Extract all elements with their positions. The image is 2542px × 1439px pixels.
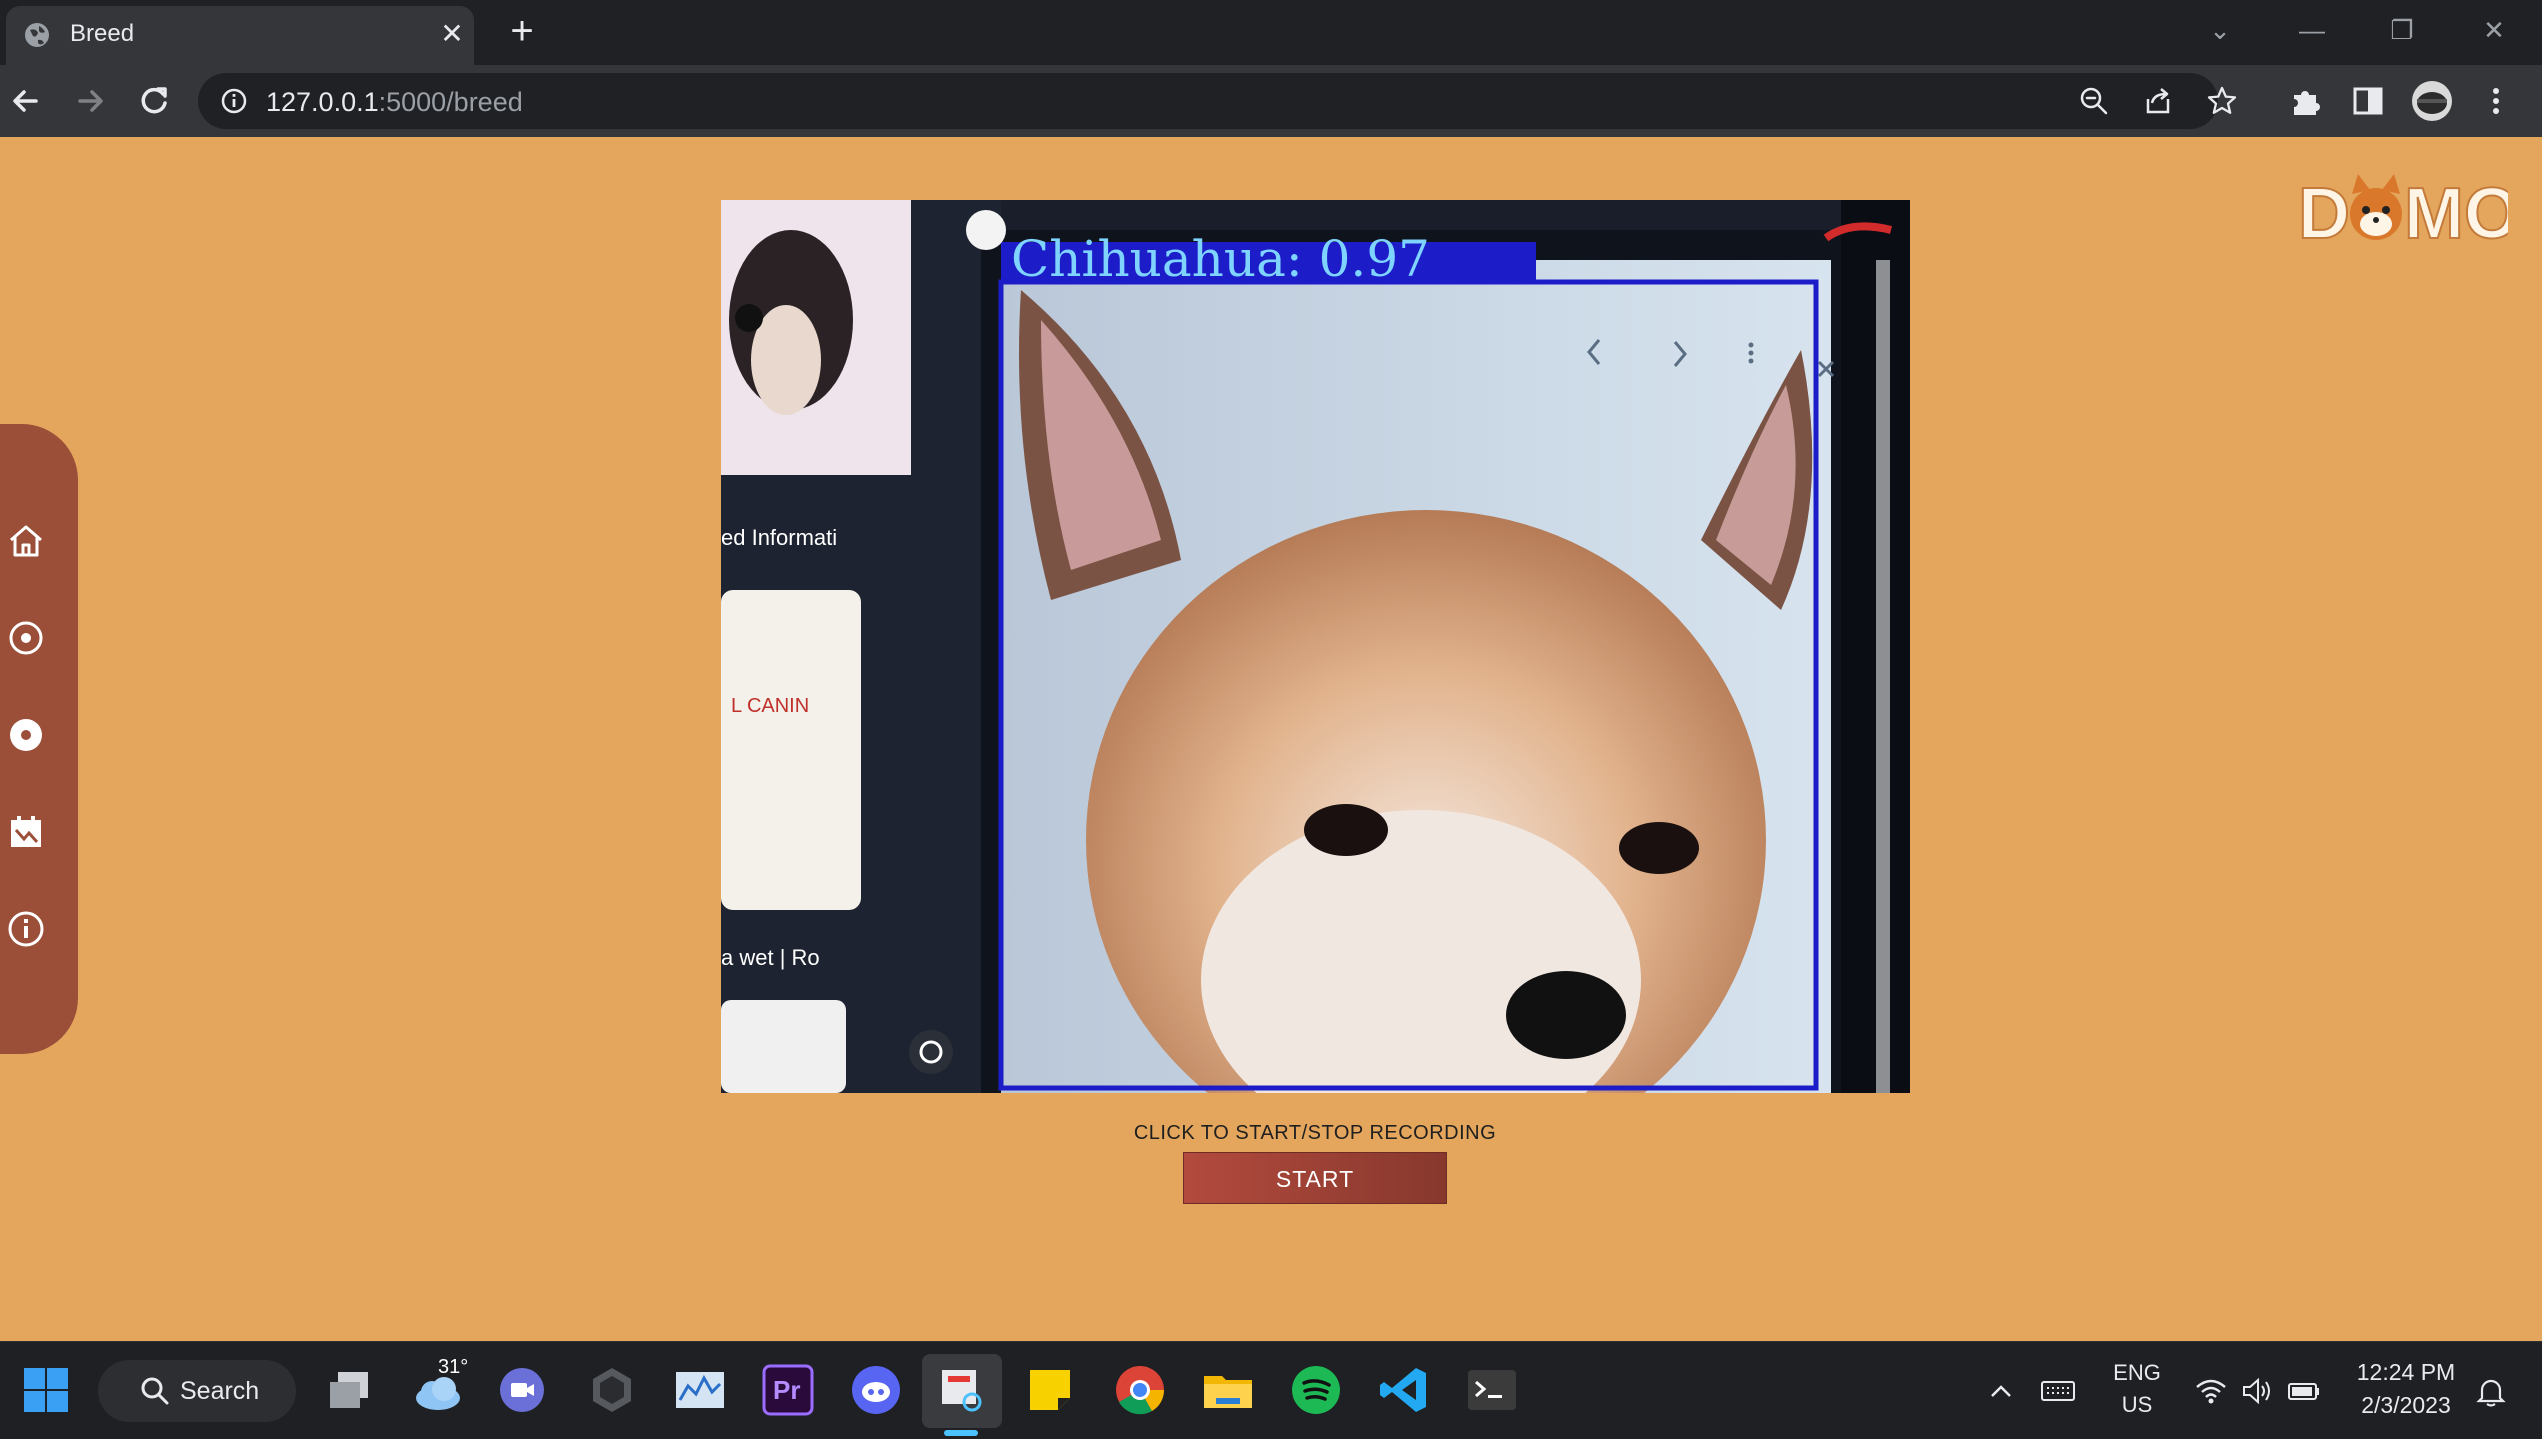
system-clock[interactable]: 12:24 PM 2/3/2023 [2326,1356,2486,1422]
new-tab-button[interactable]: + [500,10,544,54]
url-path: :5000/breed [378,87,523,117]
teams-meet-icon[interactable] [494,1362,550,1418]
calendar-icon[interactable] [6,812,46,852]
tab-title: Breed [70,20,135,47]
volume-icon[interactable] [2240,1376,2274,1406]
clock-time: 12:24 PM [2356,1359,2456,1385]
domo-logo: D MO [2298,173,2508,252]
detection-label: Chihuahua: 0.97 [1011,230,1430,288]
premiere-pro-icon[interactable]: Pr [760,1362,816,1418]
share-icon[interactable] [2142,85,2174,117]
spotify-icon[interactable] [1288,1362,1344,1418]
bookmark-star-icon[interactable] [2206,85,2238,117]
wifi-icon[interactable] [2194,1376,2228,1406]
record-icon[interactable] [6,715,46,755]
notification-bell-icon[interactable] [2474,1376,2508,1408]
site-info-icon[interactable] [220,87,248,115]
sidebar-nav [0,424,78,1054]
browser-toolbar: 127.0.0.1:5000/breed [0,65,2542,137]
tab-search-icon[interactable]: ⌄ [2190,8,2250,52]
search-icon [141,1377,169,1405]
taskbar: Search 31° Pr ENG US 12:24 PM 2/3/2023 [0,1341,2542,1439]
chevron-up-icon[interactable] [1986,1376,2016,1406]
tab-strip: Breed ✕ + ⌄ — ❐ ✕ [0,0,2542,65]
task-view-icon[interactable] [322,1362,378,1418]
profile-avatar[interactable] [2410,79,2454,123]
snipping-tool-icon[interactable] [934,1362,990,1418]
terminal-icon[interactable] [1464,1362,1520,1418]
unity-icon[interactable] [584,1362,640,1418]
side-panel-icon[interactable] [2346,79,2390,123]
language-text: ENG [2113,1360,2161,1385]
svg-text:MO: MO [2404,174,2508,252]
premiere-label: Pr [773,1375,801,1405]
active-app-indicator [944,1430,978,1436]
url-host: 127.0.0.1 [266,87,379,117]
reload-icon[interactable] [132,79,176,123]
record-prompt: CLICK TO START/STOP RECORDING [1133,1122,1497,1144]
globe-icon [25,23,49,47]
weather-widget[interactable]: 31° [410,1356,468,1418]
file-explorer-icon[interactable] [1200,1362,1256,1418]
keyboard-icon[interactable] [2040,1376,2076,1406]
background-text-2: a wet | Ro [721,945,820,970]
close-tab-icon[interactable]: ✕ [434,16,470,52]
svg-text:D: D [2298,174,2350,252]
resource-monitor-icon[interactable] [672,1362,728,1418]
clock-date: 2/3/2023 [2361,1392,2451,1418]
address-bar[interactable]: 127.0.0.1:5000/breed [198,73,2237,129]
language-indicator[interactable]: ENG US [2102,1360,2172,1418]
start-button[interactable]: START [1183,1152,1447,1204]
taskbar-search[interactable]: Search [98,1360,296,1422]
minimize-button[interactable]: — [2282,8,2342,52]
zoom-icon[interactable] [2078,85,2110,117]
background-text-0: ed Informati [721,525,837,550]
url-text: 127.0.0.1:5000/breed [266,87,523,118]
forward-icon[interactable] [68,79,112,123]
close-window-button[interactable]: ✕ [2464,8,2524,52]
discord-icon[interactable] [848,1362,904,1418]
background-text-1: L CANIN [731,695,809,717]
camera-feed: L CANIN ed Informati a wet | Ro Chihuahu… [721,200,1910,1093]
back-icon[interactable] [4,79,48,123]
web-page: D MO L CANIN ed Informati a wet | Ro Chi… [0,137,2542,1341]
chrome-icon[interactable] [1112,1362,1168,1418]
search-label: Search [180,1377,260,1405]
vscode-icon[interactable] [1376,1362,1432,1418]
target-icon[interactable] [6,618,46,658]
browser-tab[interactable]: Breed ✕ [6,6,474,65]
restore-button[interactable]: ❐ [2372,8,2432,52]
menu-kebab-icon[interactable] [2474,79,2518,123]
windows-start-icon[interactable] [18,1362,74,1418]
extensions-icon[interactable] [2284,79,2328,123]
region-text: US [2121,1392,2153,1417]
camera-frame-illustration: L CANIN ed Informati a wet | Ro Chihuahu… [721,200,1910,1093]
sticky-notes-icon[interactable] [1022,1362,1078,1418]
home-icon[interactable] [6,521,46,561]
info-icon[interactable] [6,909,46,949]
battery-icon[interactable] [2286,1376,2322,1406]
weather-temp: 31° [438,1356,469,1378]
